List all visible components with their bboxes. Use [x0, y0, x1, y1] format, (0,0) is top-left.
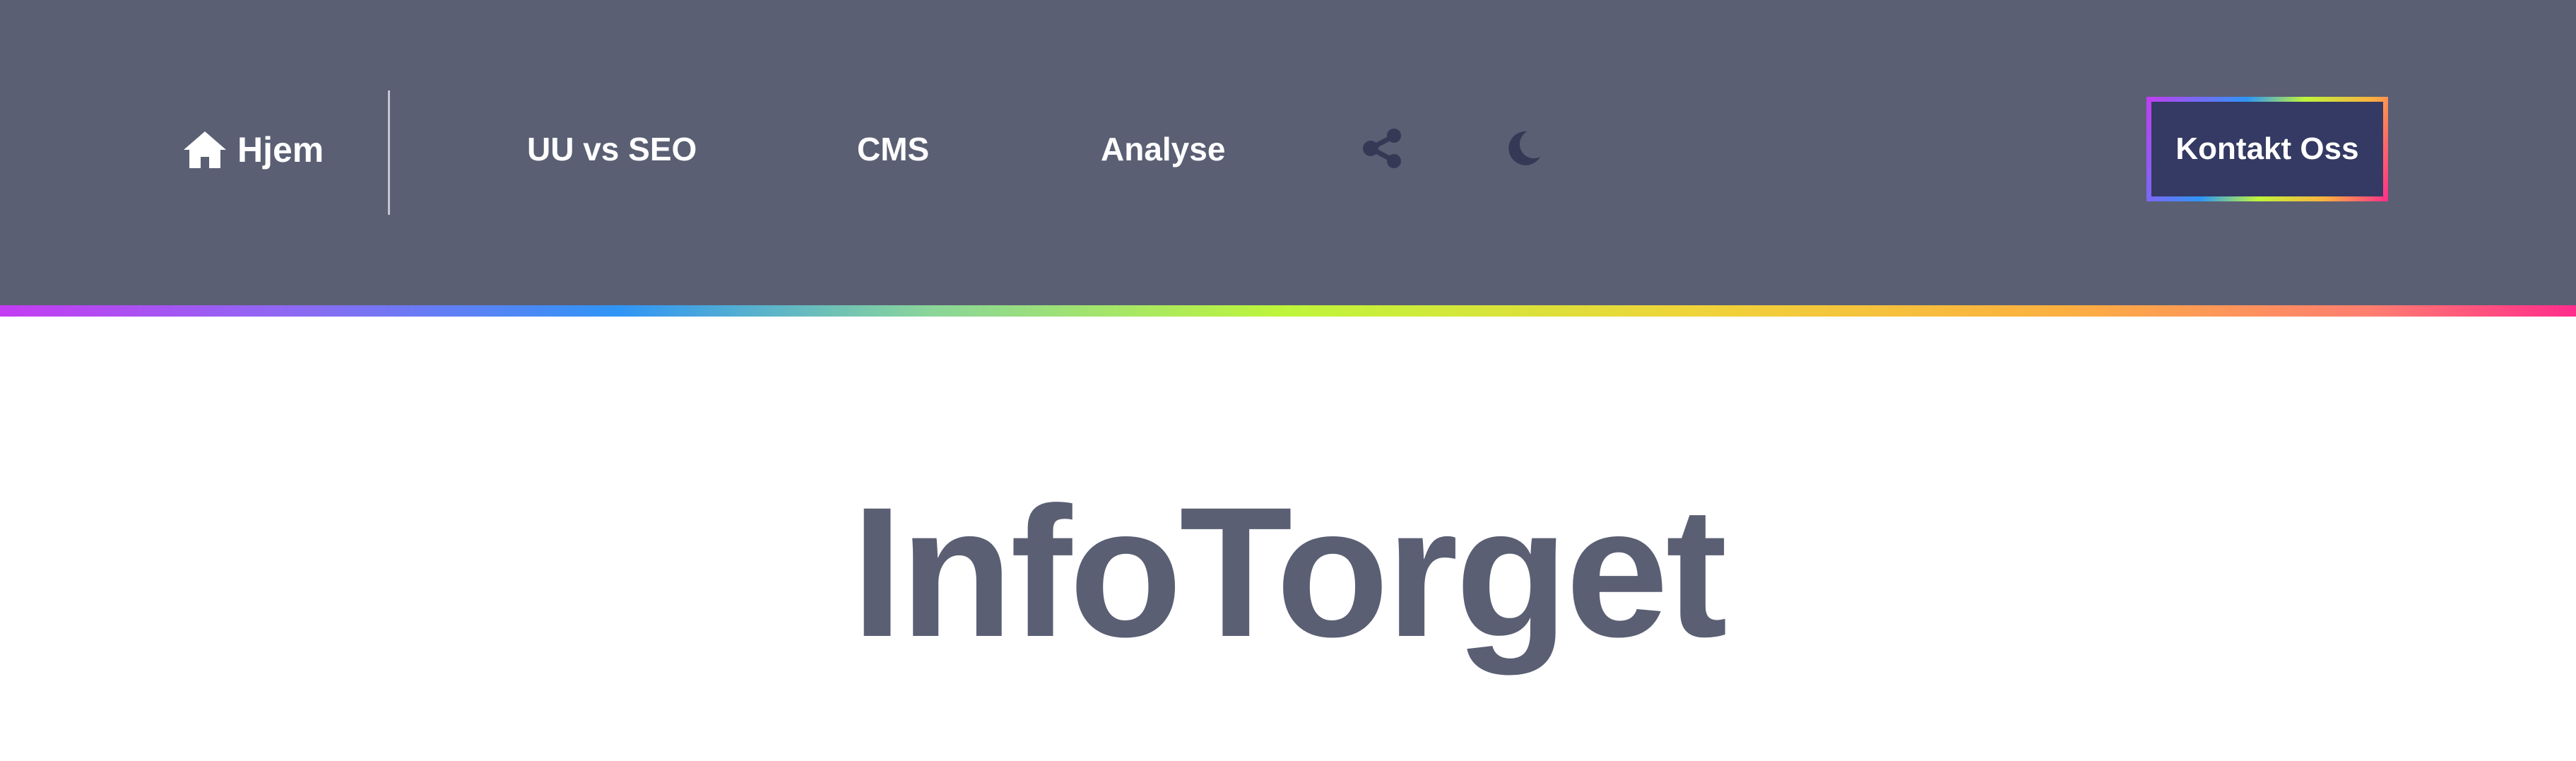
theme-toggle-button[interactable] — [1501, 126, 1546, 171]
nav-link-analyse[interactable]: Analyse — [1101, 124, 1225, 174]
page-title: InfoTorget — [851, 468, 1727, 676]
nav-link-uu-vs-seo[interactable]: UU vs SEO — [527, 124, 697, 174]
share-button[interactable] — [1360, 126, 1405, 171]
nav-home-label: Hjem — [237, 130, 324, 170]
site-navbar: Hjem UU vs SEO CMS Analyse Kontakt Oss — [0, 0, 2576, 305]
contact-button[interactable]: Kontakt Oss — [2146, 97, 2388, 201]
nav-link-cms[interactable]: CMS — [857, 124, 929, 174]
moon-icon — [1503, 129, 1543, 168]
contact-button-label: Kontakt Oss — [2151, 102, 2383, 196]
nav-home-link[interactable]: Hjem — [182, 124, 324, 175]
nav-divider — [388, 90, 390, 215]
home-icon — [182, 130, 228, 170]
rainbow-divider — [0, 305, 2576, 317]
share-icon — [1362, 128, 1403, 169]
